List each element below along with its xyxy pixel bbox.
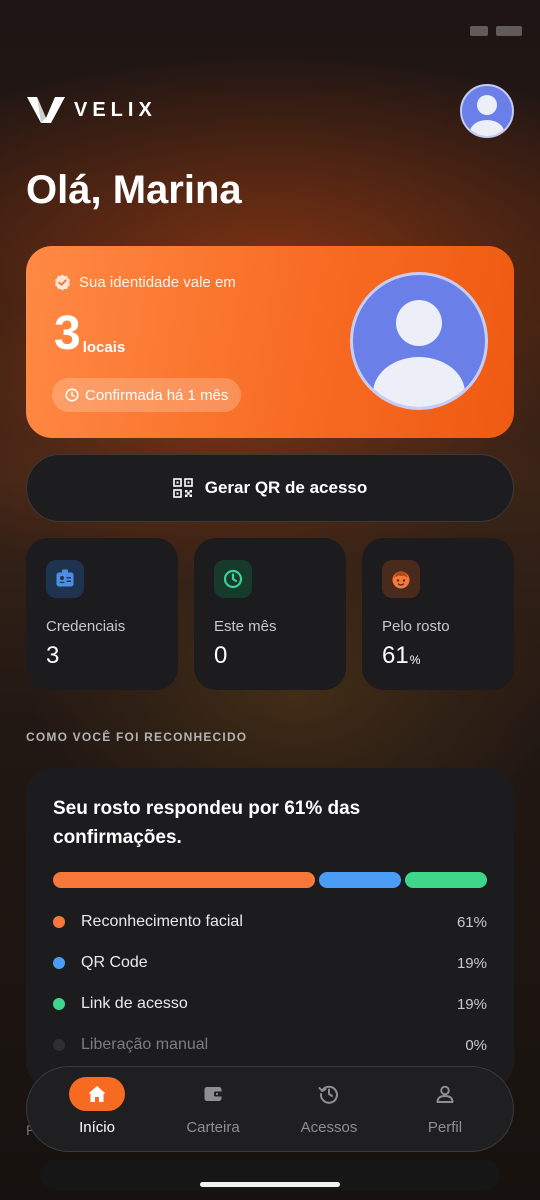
user-icon <box>417 1077 473 1111</box>
stat-card-credenciais[interactable]: Credenciais 3 <box>26 538 178 690</box>
face-icon <box>382 560 420 598</box>
identity-count-number: 3 <box>54 307 81 360</box>
recognition-method-percent: 61% <box>456 913 487 931</box>
tab-label: Início <box>79 1119 115 1136</box>
share-segment <box>319 872 402 888</box>
stat-label: Este mês <box>214 618 277 635</box>
status-bar <box>0 0 540 64</box>
legend-dot <box>53 957 65 969</box>
stat-value-number: 61 <box>382 642 409 669</box>
recognition-row-manual: Liberação manual 0% <box>53 1033 487 1057</box>
bottom-tab-bar: Início Carteira Acessos Perfil <box>26 1066 514 1152</box>
stat-value-unit: % <box>409 653 421 667</box>
home-indicator[interactable] <box>200 1182 340 1187</box>
brand-name: VELIX <box>74 98 157 121</box>
tab-perfil[interactable]: Perfil <box>387 1077 503 1143</box>
velix-logo-icon <box>27 97 65 123</box>
identity-card-label: Sua identidade vale em <box>54 274 236 291</box>
header: VELIX <box>26 84 514 138</box>
recognition-row-link: Link de acesso 19% <box>53 992 487 1016</box>
recognition-method-name: Link de acesso <box>81 995 188 1012</box>
recognition-method-name: Liberação manual <box>81 1036 209 1053</box>
tab-label: Acessos <box>300 1119 358 1136</box>
generate-qr-label: Gerar QR de acesso <box>204 478 368 497</box>
signal-icon <box>470 26 488 36</box>
tab-label: Carteira <box>186 1119 240 1136</box>
recognition-headline: Seu rosto respondeu por 61% das confirma… <box>53 798 361 848</box>
identity-photo <box>350 272 488 410</box>
recognition-row-qr: QR Code 19% <box>53 951 487 975</box>
stat-value: 3 <box>46 642 60 670</box>
legend-dot <box>53 998 65 1010</box>
legend-dot <box>53 916 65 928</box>
tab-inicio[interactable]: Início <box>39 1077 155 1143</box>
history-icon <box>301 1077 357 1111</box>
stat-value-number: 3 <box>46 642 60 669</box>
recognition-card: Seu rosto respondeu por 61% das confirma… <box>26 768 514 1088</box>
identity-label-text: Sua identidade vale em <box>79 274 236 291</box>
recognition-method-name: QR Code <box>81 954 148 971</box>
id-card-icon <box>46 560 84 598</box>
clock-small-icon <box>65 388 79 402</box>
share-segment <box>405 872 487 888</box>
stat-value: 61 % <box>382 642 420 670</box>
stat-value-number: 0 <box>214 642 228 669</box>
identity-count-unit: locais <box>82 339 126 356</box>
battery-icon <box>496 26 522 36</box>
recognition-row-facial: Reconhecimento facial 61% <box>53 910 487 934</box>
confirmed-text: Confirmada há 1 mês <box>85 386 229 404</box>
legend-dot <box>53 1039 65 1051</box>
tab-acessos[interactable]: Acessos <box>271 1077 387 1143</box>
tab-label: Perfil <box>427 1119 463 1136</box>
brand-logo: VELIX <box>26 96 157 124</box>
section-title: COMO VOCÊ FOI RECONHECIDO <box>26 730 248 744</box>
recognition-method-percent: 19% <box>456 954 487 972</box>
home-icon <box>69 1077 125 1111</box>
identity-count: 3 locais <box>54 310 125 358</box>
recognition-method-name: Reconhecimento facial <box>81 913 243 930</box>
stat-label: Pelo rosto <box>382 618 450 635</box>
status-icons <box>470 26 522 36</box>
recognition-share-bar <box>53 872 487 888</box>
recognition-method-percent: 19% <box>456 995 487 1013</box>
stat-label: Credenciais <box>46 618 126 635</box>
stat-card-pelo-rosto[interactable]: Pelo rosto 61 % <box>362 538 514 690</box>
recognition-method-percent: 0% <box>465 1036 487 1054</box>
qr-code-icon <box>172 478 193 498</box>
stat-card-este-mes[interactable]: Este mês 0 <box>194 538 346 690</box>
person-placeholder-icon <box>373 300 465 407</box>
wallet-icon <box>185 1077 241 1111</box>
verified-badge-icon <box>55 274 70 291</box>
profile-avatar-button[interactable] <box>460 84 514 138</box>
identity-card[interactable]: Sua identidade vale em 3 locais Confirma… <box>26 246 514 438</box>
clock-icon <box>214 560 252 598</box>
generate-qr-button[interactable]: Gerar QR de acesso <box>26 454 514 522</box>
greeting-title: Olá, Marina <box>26 168 242 212</box>
stat-value: 0 <box>214 642 228 670</box>
tab-carteira[interactable]: Carteira <box>155 1077 271 1143</box>
avatar-person-icon <box>470 95 504 136</box>
confirmed-pill: Confirmada há 1 mês <box>52 378 242 412</box>
share-segment <box>53 872 316 888</box>
